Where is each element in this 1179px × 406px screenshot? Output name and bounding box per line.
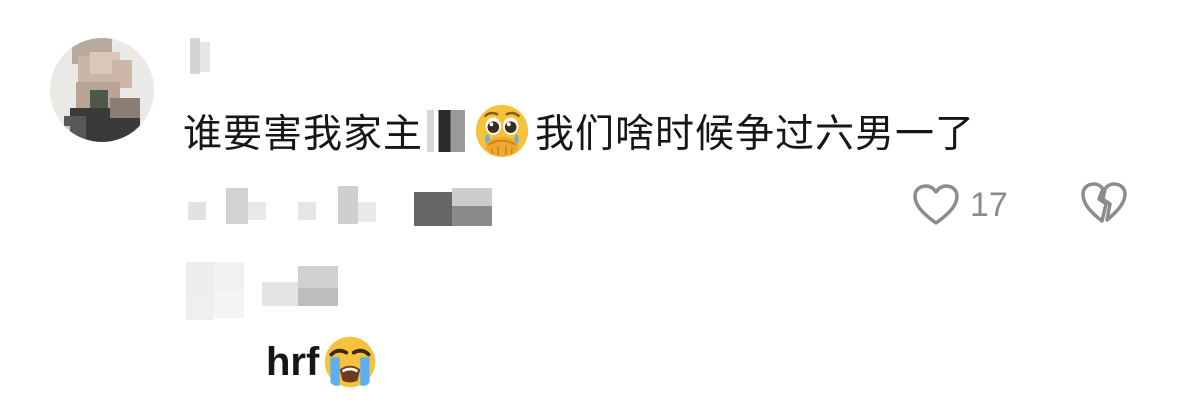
commenter-avatar[interactable] (50, 38, 154, 142)
reply-link[interactable] (414, 188, 494, 226)
commenter-name[interactable] (190, 38, 210, 74)
comment-text-part-1: 谁要害我家主 (183, 112, 424, 157)
pleading-face-emoji-icon (475, 104, 529, 158)
reply-text-content: hrf (266, 339, 320, 384)
reply-author-name[interactable] (262, 266, 342, 308)
heart-outline-icon (913, 184, 959, 225)
like-button[interactable]: 17 (912, 180, 1008, 230)
blurred-character (427, 110, 466, 152)
avatar-photo (50, 38, 154, 142)
reply-avatar[interactable] (186, 262, 246, 320)
comment-text: 谁要害我家主 我们啥时候争过六男一了 (183, 104, 975, 158)
like-count: 17 (970, 185, 1008, 224)
comment-meta-location (298, 186, 378, 226)
comment-text-part-2: 我们啥时候争过六男一了 (535, 112, 976, 157)
loudly-crying-face-emoji-icon (325, 336, 376, 388)
broken-heart-icon (1081, 182, 1127, 223)
dislike-button[interactable] (1080, 180, 1130, 228)
comment-meta-time (188, 188, 268, 224)
reply-text: hrf (266, 336, 378, 388)
